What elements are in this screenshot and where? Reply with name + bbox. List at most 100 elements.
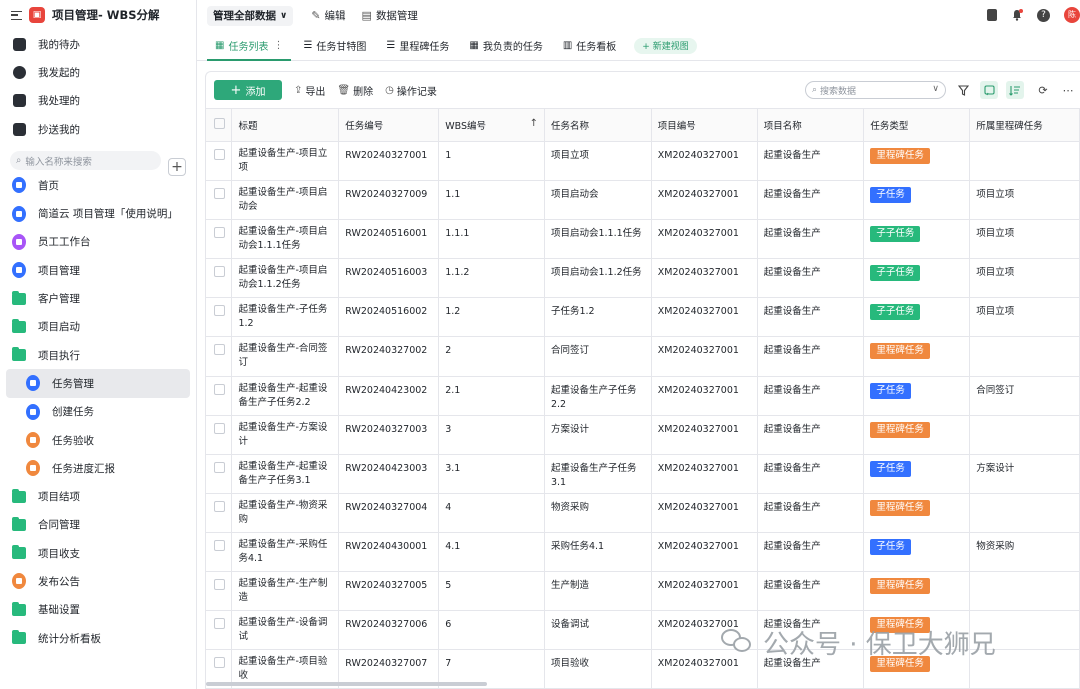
sidebar-nav: 首页简道云 项目管理「使用说明」 员工工作台 项目管理 客户管理 项目启动 项目执行任务管… — [0, 171, 196, 652]
sidebar-item[interactable]: 员工工作台 — [0, 228, 196, 256]
sidebar-item[interactable]: 项目收支 — [0, 539, 196, 567]
new-view-button[interactable]: + 新建视图 — [634, 37, 697, 54]
sidebar-item[interactable]: 项目管理 — [0, 256, 196, 284]
cell-name: 子任务1.2 — [544, 297, 652, 338]
sidebar-item[interactable]: 任务管理 — [6, 369, 190, 398]
table-row[interactable]: 起重设备生产-合同签订 RW20240327002 2 合同签订 XM202403270… — [206, 336, 1080, 377]
table-row[interactable]: 起重设备生产-采购任务4.1 RW20240430001 4.1 采购任务4.1 XM2… — [206, 532, 1080, 573]
data-manage-button[interactable]: ▤ 数据管理 — [362, 8, 418, 23]
book-icon[interactable] — [987, 9, 997, 21]
col-wbs[interactable]: WBS编号 ↑ — [438, 108, 545, 142]
export-button[interactable]: ⇪ 导出 — [294, 83, 325, 98]
sidebar-item[interactable]: 简道云 项目管理「使用说明」 — [0, 199, 196, 227]
table-row[interactable]: 起重设备生产-项目启动会1.1.2任务 RW20240516003 1.1.2 项目启… — [206, 258, 1080, 299]
sidebar-item[interactable]: 统计分析看板 — [0, 624, 196, 652]
row-checkbox[interactable] — [214, 227, 225, 239]
table-row[interactable]: 起重设备生产-生产制造 RW20240327005 5 生产制造 XM202403270… — [206, 571, 1080, 612]
add-menu-button[interactable]: + — [168, 158, 186, 176]
edit-button[interactable]: ✎ 编辑 — [311, 8, 345, 23]
row-checkbox[interactable] — [214, 149, 225, 160]
tab-view[interactable]: ▦ 我负责的任务 — [461, 30, 550, 60]
menu-icon[interactable] — [11, 10, 22, 20]
sidebar-item[interactable]: 项目执行 — [0, 341, 196, 369]
sidebar-item-top[interactable]: 我的待办 — [0, 30, 196, 58]
tab-label: 任务看板 — [576, 41, 617, 53]
cell-project-name: 起重设备生产 — [757, 493, 865, 533]
cell-text: XM20240327001 — [657, 189, 739, 201]
add-button[interactable]: + 添加 — [214, 80, 282, 100]
sidebar-item[interactable]: 任务进度汇报 — [0, 454, 196, 482]
notification-bell-icon[interactable] — [1011, 9, 1023, 21]
table-row[interactable]: 起重设备生产-子任务1.2 RW20240516002 1.2 子任务1.2 XM202… — [206, 297, 1080, 338]
sidebar-item[interactable]: 发布公告 — [0, 567, 196, 595]
folder-icon — [12, 516, 26, 532]
row-checkbox[interactable] — [214, 266, 225, 278]
sidebar-item[interactable]: 任务验收 — [0, 426, 196, 454]
row-checkbox[interactable] — [214, 500, 225, 512]
cell-text: XM20240327001 — [657, 384, 739, 396]
search-input[interactable]: ⌕ 搜索数据 ∨ — [805, 81, 946, 99]
help-icon[interactable]: ? — [1037, 8, 1050, 22]
more-icon[interactable]: ⋯ — [1059, 81, 1077, 99]
sort-asc-icon[interactable]: ↑ — [530, 118, 538, 129]
row-checkbox[interactable] — [214, 422, 225, 434]
select-all-checkbox[interactable] — [214, 118, 225, 129]
tab-view[interactable]: ▦ 任务列表 ⋮ — [207, 30, 292, 61]
cell-text: RW20240327001 — [345, 150, 428, 161]
col-title[interactable]: 标题 — [231, 108, 340, 142]
sidebar-item[interactable]: 合同管理 — [0, 511, 196, 539]
col-task-name[interactable]: 任务名称 — [544, 108, 652, 142]
tab-more-icon[interactable]: ⋮ — [273, 40, 283, 51]
sidebar-item[interactable]: 基础设置 — [0, 596, 196, 624]
comment-view-icon[interactable] — [980, 81, 998, 99]
table-row[interactable]: 起重设备生产-物资采购 RW20240327004 4 物资采购 XM202403270… — [206, 493, 1080, 533]
sidebar-item[interactable]: 客户管理 — [0, 284, 196, 312]
cell-text: 生产制造 — [550, 580, 589, 592]
filter-icon[interactable] — [954, 81, 972, 99]
row-checkbox[interactable] — [214, 618, 225, 630]
table-row[interactable]: 起重设备生产-项目启动会 RW20240327009 1.1 项目启动会 XM20240… — [206, 180, 1080, 221]
sidebar-item-top[interactable]: 我发起的 — [0, 58, 196, 86]
col-task-type[interactable]: 任务类型 — [863, 108, 971, 142]
row-checkbox[interactable] — [214, 188, 225, 200]
table-row[interactable]: 起重设备生产-项目启动会1.1.1任务 RW20240516001 1.1.1 项目启… — [206, 219, 1080, 260]
data-scope-select[interactable]: 管理全部数据 ∨ — [207, 5, 294, 26]
sidebar-item[interactable]: 项目结项 — [0, 482, 196, 510]
refresh-icon[interactable]: ⟳ — [1034, 81, 1052, 99]
table-row[interactable]: 起重设备生产-起重设备生产子任务2.2 RW20240423002 2.1 起重设备生… — [206, 376, 1080, 416]
sort-icon[interactable] — [1006, 81, 1024, 99]
sidebar-item[interactable]: 项目启动 — [0, 313, 196, 341]
avatar[interactable]: 陈 — [1064, 7, 1080, 23]
sidebar-item[interactable]: 首页 — [0, 171, 196, 199]
delete-button[interactable]: 🗑 删除 — [337, 83, 373, 98]
cell-text: 1.1.2 — [445, 267, 470, 279]
row-checkbox[interactable] — [214, 344, 225, 356]
horizontal-scrollbar[interactable] — [206, 682, 487, 686]
sidebar-item-label: 任务管理 — [52, 377, 94, 390]
row-checkbox[interactable] — [214, 383, 225, 395]
col-task-no[interactable]: 任务编号 — [338, 108, 440, 142]
col-project-no[interactable]: 项目编号 — [651, 108, 758, 142]
row-checkbox[interactable] — [214, 579, 225, 591]
sidebar-item[interactable]: 创建任务 — [0, 398, 196, 426]
icon-circle — [26, 403, 40, 420]
cell-text: 起重设备生产 — [763, 501, 821, 513]
table-row[interactable]: 起重设备生产-方案设计 RW20240327003 3 方案设计 XM202403270… — [206, 415, 1080, 455]
tab-view[interactable]: ☰ 里程碑任务 — [378, 30, 457, 60]
row-checkbox[interactable] — [214, 461, 225, 473]
row-checkbox[interactable] — [214, 539, 225, 551]
table-row[interactable]: 起重设备生产-起重设备生产子任务3.1 RW20240423003 3.1 起重设备生… — [206, 454, 1080, 494]
row-checkbox[interactable] — [214, 305, 225, 317]
table-row[interactable]: 起重设备生产-项目立项 RW20240327001 1 项目立项 XM202403270… — [206, 141, 1080, 182]
tab-view[interactable]: ☰ 任务甘特图 — [295, 30, 374, 60]
operation-log-button[interactable]: ◷ 操作记录 — [385, 83, 437, 98]
sidebar-item-label: 首页 — [38, 179, 59, 192]
cell-name: 项目验收 — [544, 649, 652, 688]
col-milestone[interactable]: 所属里程碑任务 — [969, 108, 1080, 142]
sidebar-item-top[interactable]: 抄送我的 — [0, 115, 196, 143]
sidebar-search-input[interactable]: ⌕ 输入名称来搜索 — [10, 151, 161, 171]
sidebar-item-top[interactable]: 我处理的 — [0, 87, 196, 115]
row-checkbox[interactable] — [214, 657, 225, 669]
tab-view[interactable]: ▥ 任务看板 — [555, 30, 624, 60]
col-project-name[interactable]: 项目名称 — [757, 108, 865, 142]
